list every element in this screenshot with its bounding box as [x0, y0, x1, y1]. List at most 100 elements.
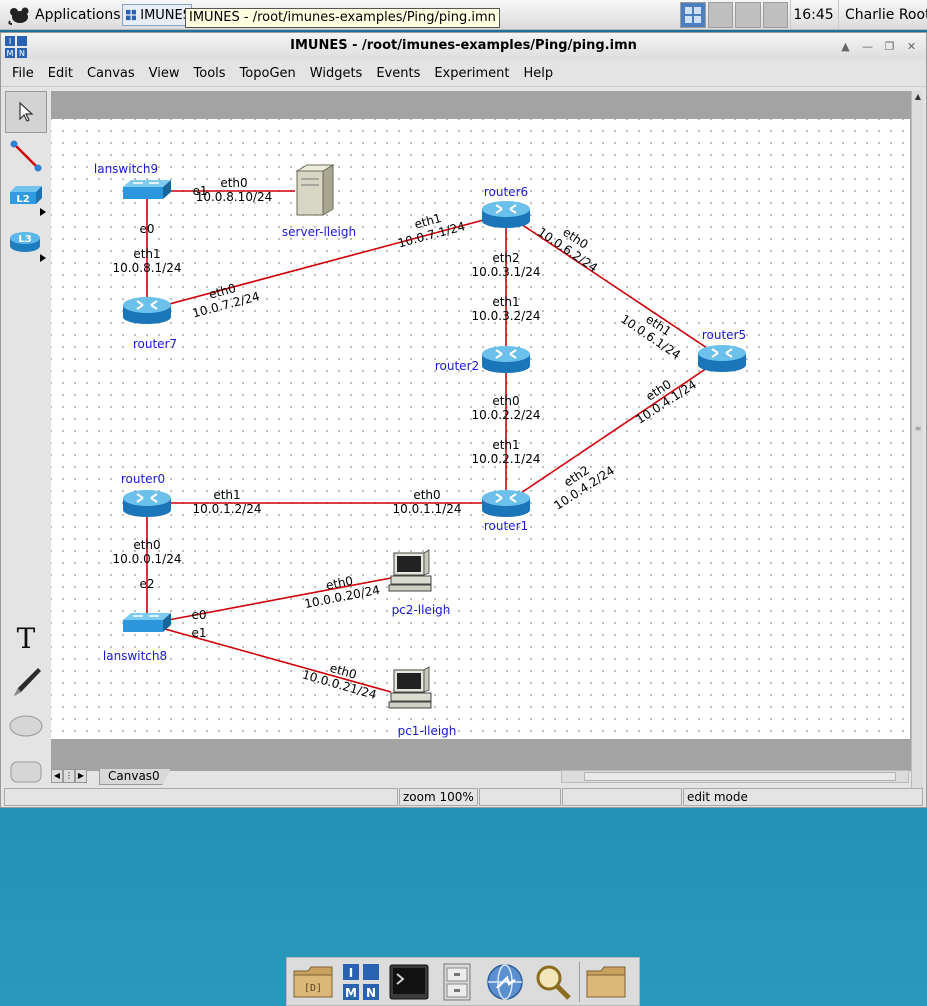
- iface-name: e1: [191, 626, 206, 640]
- text-tool-label: T: [17, 623, 36, 653]
- router7-node[interactable]: [122, 296, 172, 325]
- topology-canvas[interactable]: lanswitch9 server-lleigh router6 router7…: [51, 119, 910, 739]
- horizontal-scrollbar[interactable]: [561, 770, 909, 783]
- dock-browser[interactable]: [483, 960, 527, 1004]
- menu-topogen[interactable]: TopoGen: [233, 61, 303, 87]
- pc1-lleigh-node[interactable]: [388, 666, 432, 709]
- iface-address: 10.0.8.1/24: [113, 261, 182, 275]
- user-menu[interactable]: Charlie Root: [838, 0, 927, 30]
- l3-tool-label: L3: [18, 234, 31, 245]
- menu-help[interactable]: Help: [516, 61, 560, 87]
- maximize-icon[interactable]: ❐: [881, 38, 898, 54]
- iface-name: e2: [139, 577, 154, 591]
- imunes-icon: I M N: [343, 963, 379, 1000]
- router1-node[interactable]: [481, 489, 531, 518]
- lanswitch9-node[interactable]: [122, 179, 172, 200]
- iface-name: eth0: [220, 176, 247, 190]
- lanswitch9-label: lanswitch9: [94, 162, 158, 176]
- clock[interactable]: 16:45: [790, 0, 836, 30]
- dock-separator: [579, 961, 580, 1002]
- lanswitch8-node[interactable]: [122, 612, 172, 633]
- router6-node[interactable]: [481, 200, 531, 229]
- tab-prev-icon[interactable]: ◀: [51, 769, 63, 783]
- menu-view[interactable]: View: [142, 61, 187, 87]
- workspace-1[interactable]: [680, 2, 706, 28]
- server-lleigh-label: server-lleigh: [282, 225, 356, 239]
- text-icon: T: [17, 623, 36, 653]
- menu-canvas[interactable]: Canvas: [80, 61, 142, 87]
- close-icon[interactable]: ✕: [903, 38, 920, 54]
- pc2-lleigh-label: pc2-lleigh: [392, 603, 451, 617]
- router2-node[interactable]: [481, 345, 531, 374]
- iface-address: 10.0.3.1/24: [472, 265, 541, 279]
- menu-widgets[interactable]: Widgets: [303, 61, 370, 87]
- window-titlebar[interactable]: I M N IMUNES - /root/imunes-examples/Pin…: [1, 33, 926, 59]
- workspace-4[interactable]: [762, 2, 788, 28]
- tab-grip-icon[interactable]: ⋮: [63, 769, 75, 783]
- tab-next-icon[interactable]: ▶: [75, 769, 87, 783]
- window-title-tooltip: IMUNES - /root/imunes-examples/Ping/ping…: [185, 8, 500, 28]
- dock-search[interactable]: [531, 960, 575, 1004]
- canvas-tab-row: ◀ ⋮ ▶ Canvas0: [51, 769, 911, 785]
- tool-palette: L2 L3 T: [4, 89, 48, 783]
- router2-label: router2: [435, 359, 479, 373]
- folder-icon: [586, 966, 626, 997]
- iface-address: 10.0.8.10/24: [196, 190, 273, 204]
- iface-address: 10.0.2.2/24: [472, 408, 541, 422]
- topology-graph[interactable]: lanswitch9 server-lleigh router6 router7…: [51, 119, 910, 739]
- status-field-empty: [4, 788, 398, 806]
- dock-home-folder[interactable]: [D]: [291, 960, 335, 1004]
- taskbar-imunes-button[interactable]: IMUNES: [122, 4, 192, 26]
- rectangle-tool[interactable]: [5, 751, 47, 793]
- applications-label: Applications: [35, 7, 121, 23]
- svg-text:N: N: [366, 986, 376, 1000]
- l3-tool[interactable]: L3: [5, 223, 47, 265]
- scroll-grip-icon[interactable]: ≡: [912, 423, 924, 435]
- oval-icon: [9, 715, 43, 737]
- workspace-pager[interactable]: [680, 2, 788, 28]
- shade-icon[interactable]: ▲: [837, 38, 854, 54]
- vertical-scrollbar[interactable]: ▲ ≡ ▼: [911, 91, 923, 801]
- workspace-2[interactable]: [707, 2, 733, 28]
- menu-tools[interactable]: Tools: [187, 61, 233, 87]
- menu-events[interactable]: Events: [369, 61, 427, 87]
- router6-label: router6: [484, 185, 528, 199]
- select-tool[interactable]: [5, 91, 47, 133]
- text-tool[interactable]: T: [5, 617, 47, 659]
- dock-folder[interactable]: [584, 960, 628, 1004]
- minimize-icon[interactable]: —: [859, 38, 876, 54]
- iface-address: 10.0.1.1/24: [393, 502, 462, 516]
- dock-terminal[interactable]: [387, 960, 431, 1004]
- router5-node[interactable]: [697, 344, 747, 373]
- menu-edit[interactable]: Edit: [41, 61, 80, 87]
- status-bar: zoom 100% edit mode: [4, 788, 923, 806]
- freeform-tool[interactable]: [5, 661, 47, 703]
- l2-tool-label: L2: [16, 194, 29, 205]
- l3-router-icon: L3: [10, 232, 46, 262]
- link-tool[interactable]: [5, 135, 47, 177]
- horizontal-scroll-thumb[interactable]: [584, 772, 896, 781]
- server-lleigh-node[interactable]: [296, 164, 334, 216]
- svg-text:I: I: [349, 966, 353, 980]
- oval-tool[interactable]: [5, 705, 47, 747]
- dock: [D] I M N: [286, 957, 640, 1006]
- dock-file-cabinet[interactable]: [435, 960, 479, 1004]
- l2-tool[interactable]: L2: [5, 179, 47, 221]
- router0-node[interactable]: [122, 489, 172, 518]
- globe-icon: [487, 963, 523, 1000]
- tab-canvas0[interactable]: Canvas0: [99, 769, 171, 785]
- imunes-icon: [126, 9, 137, 21]
- dock-imunes[interactable]: I M N: [339, 960, 383, 1004]
- menu-file[interactable]: File: [5, 61, 41, 87]
- rectangle-icon: [10, 761, 42, 783]
- iface-name: eth0: [413, 488, 440, 502]
- applications-menu[interactable]: Applications: [4, 3, 125, 27]
- menu-experiment[interactable]: Experiment: [427, 61, 516, 87]
- router5-label: router5: [702, 328, 746, 342]
- folder-icon: [D]: [293, 966, 333, 997]
- pc2-lleigh-node[interactable]: [388, 549, 432, 592]
- workspace-3[interactable]: [735, 2, 761, 28]
- iface-name: e0: [139, 222, 154, 236]
- link-icon: [10, 140, 42, 172]
- scroll-up-icon[interactable]: ▲: [912, 91, 924, 103]
